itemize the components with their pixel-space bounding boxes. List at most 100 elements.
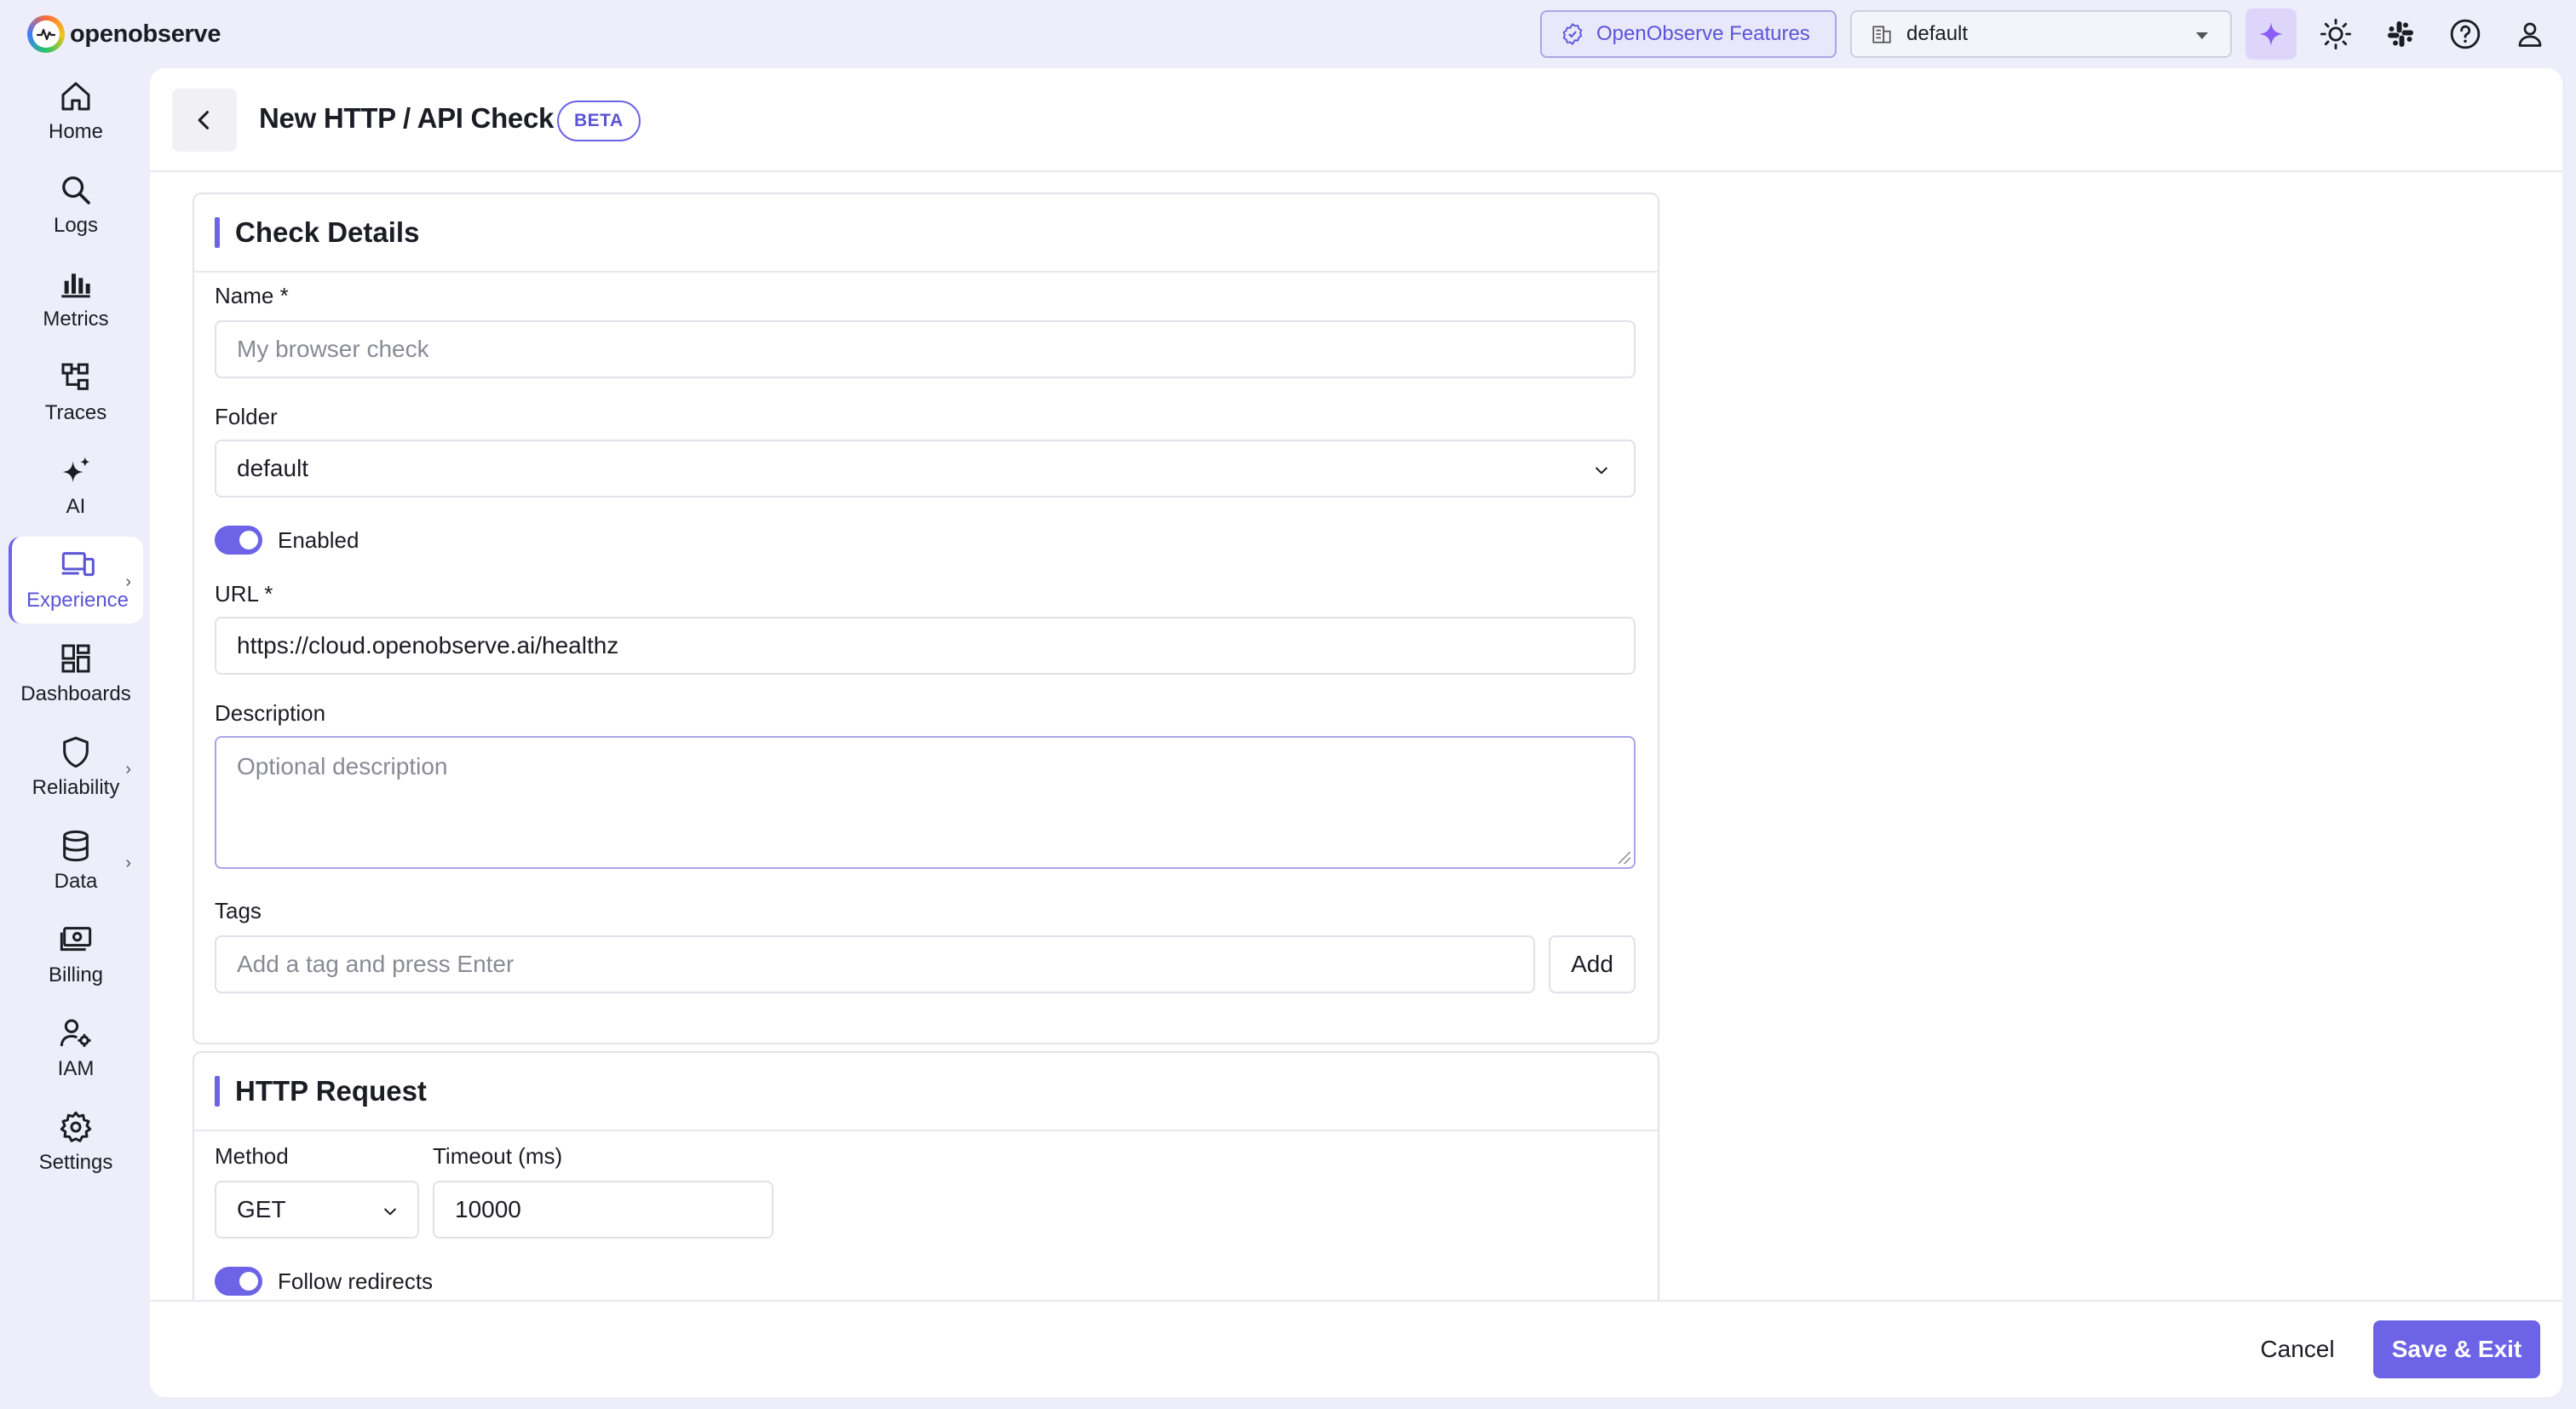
section-title: Check Details <box>235 216 420 248</box>
sidebar-item-home[interactable]: Home <box>9 68 143 155</box>
name-input[interactable]: My browser check <box>215 320 1636 378</box>
enabled-toggle-row[interactable]: Enabled <box>215 523 359 557</box>
billing-icon <box>60 927 92 952</box>
building-icon <box>1872 26 1891 43</box>
follow-redirects-label: Follow redirects <box>278 1268 434 1294</box>
sidebar-item-reliability[interactable]: Reliability › <box>9 724 143 811</box>
user-gear-icon <box>60 1019 91 1047</box>
url-input[interactable]: https://cloud.openobserve.ai/healthz <box>215 617 1636 675</box>
theme-toggle-button[interactable] <box>2317 15 2355 53</box>
chevron-down-icon <box>1596 467 1607 474</box>
sidebar-item-label: Traces <box>44 401 107 424</box>
follow-redirects-toggle[interactable] <box>215 1267 262 1296</box>
logo-text: openobserve <box>70 20 221 48</box>
resize-handle-icon[interactable] <box>1619 852 1630 864</box>
app-logo[interactable]: openobserve <box>27 15 221 53</box>
sidebar-item-label: Reliability <box>32 776 120 799</box>
database-icon <box>63 830 89 862</box>
page-header: New HTTP / API Check BETA <box>150 68 2562 172</box>
cancel-button[interactable]: Cancel <box>2242 1320 2353 1378</box>
timeout-input[interactable]: 10000 <box>433 1181 773 1239</box>
sidebar-item-label: IAM <box>57 1057 95 1080</box>
dashboard-icon <box>61 644 90 673</box>
back-button[interactable] <box>172 89 237 152</box>
organization-select[interactable]: default <box>1850 10 2232 58</box>
chevron-right-icon: › <box>125 854 131 872</box>
card-header: Check Details <box>194 194 1658 273</box>
user-menu-button[interactable] <box>2511 15 2549 53</box>
name-label: Name * <box>215 283 289 308</box>
shield-icon <box>63 736 89 768</box>
sidebar-item-label: Billing <box>48 963 104 986</box>
top-bar: openobserve OpenObserve Features default <box>0 0 2576 68</box>
sidebar-item-label: AI <box>66 495 86 518</box>
card-header: HTTP Request <box>194 1053 1658 1131</box>
section-accent-bar <box>215 217 220 248</box>
devices-icon <box>61 552 95 577</box>
section-accent-bar <box>215 1076 220 1107</box>
description-textarea[interactable]: Optional description <box>215 736 1636 869</box>
follow-redirects-row[interactable]: Follow redirects <box>215 1264 433 1298</box>
sidebar-item-label: Settings <box>38 1151 113 1174</box>
sparkles-icon <box>62 457 90 483</box>
sparkle-icon <box>2258 21 2284 47</box>
folder-select-value: default <box>237 455 309 481</box>
features-label: OpenObserve Features <box>1596 22 1810 45</box>
sidebar-item-billing[interactable]: Billing <box>9 912 143 998</box>
search-icon <box>62 176 90 204</box>
http-request-card: HTTP Request Method GET Timeout (ms) 100… <box>193 1051 1659 1341</box>
chevron-down-icon <box>384 1208 396 1216</box>
chevron-right-icon: › <box>125 572 131 591</box>
sidebar-item-experience[interactable]: Experience › <box>9 537 143 624</box>
traces-icon <box>61 363 89 390</box>
save-and-exit-button[interactable]: Save & Exit <box>2373 1320 2540 1378</box>
enabled-label: Enabled <box>278 526 359 553</box>
folder-label: Folder <box>215 404 278 429</box>
sidebar-item-logs[interactable]: Logs <box>9 162 143 249</box>
sidebar-item-ai[interactable]: AI <box>9 443 143 530</box>
check-details-card: Check Details Name * My browser check Fo… <box>193 193 1659 1044</box>
method-label: Method <box>215 1143 289 1169</box>
sidebar-item-settings[interactable]: Settings <box>9 1099 143 1186</box>
gear-icon <box>60 1111 92 1142</box>
beta-badge: BETA <box>557 101 641 141</box>
section-title: HTTP Request <box>235 1075 427 1107</box>
openobserve-features-button[interactable]: OpenObserve Features <box>1540 10 1837 58</box>
timeout-label: Timeout (ms) <box>433 1143 563 1169</box>
enabled-toggle[interactable] <box>215 526 262 555</box>
sidebar-item-metrics[interactable]: Metrics <box>9 256 143 342</box>
method-select[interactable]: GET <box>215 1181 419 1239</box>
org-select-value: default <box>1906 22 1969 45</box>
sidebar-item-label: Data <box>54 870 98 893</box>
tags-input[interactable]: Add a tag and press Enter <box>215 935 1535 993</box>
sidebar-item-dashboards[interactable]: Dashboards <box>9 630 143 717</box>
main-panel: New HTTP / API Check BETA Check Details … <box>150 68 2562 1397</box>
sidebar-item-label: Experience <box>26 589 129 612</box>
method-select-value: GET <box>237 1196 286 1222</box>
ai-assistant-button[interactable] <box>2245 9 2297 60</box>
tags-label: Tags <box>215 898 262 923</box>
chevron-left-icon <box>198 111 210 129</box>
add-tag-button[interactable]: Add <box>1549 935 1636 993</box>
folder-select[interactable]: default <box>215 440 1636 497</box>
sidebar-item-data[interactable]: Data › <box>9 818 143 905</box>
help-button[interactable] <box>2447 15 2484 53</box>
sidebar-item-iam[interactable]: IAM <box>9 1005 143 1092</box>
sidebar-item-label: Logs <box>53 214 99 237</box>
sidebar-item-label: Metrics <box>43 308 109 331</box>
caret-down-icon <box>2196 32 2208 39</box>
slack-button[interactable] <box>2382 15 2419 53</box>
url-label: URL * <box>215 581 273 607</box>
sidebar-item-traces[interactable]: Traces <box>9 349 143 436</box>
sun-icon <box>2320 18 2352 50</box>
user-icon <box>2518 22 2542 47</box>
description-label: Description <box>215 700 326 726</box>
help-icon <box>2450 19 2481 49</box>
home-icon <box>61 82 90 111</box>
sidebar-item-label: Dashboards <box>20 682 131 705</box>
sidebar-item-label: Home <box>48 120 104 143</box>
bar-chart-icon <box>61 273 90 298</box>
form-footer: Cancel Save & Exit <box>150 1300 2562 1397</box>
badge-check-icon <box>1562 22 1583 46</box>
page-title: New HTTP / API Check <box>259 102 555 134</box>
